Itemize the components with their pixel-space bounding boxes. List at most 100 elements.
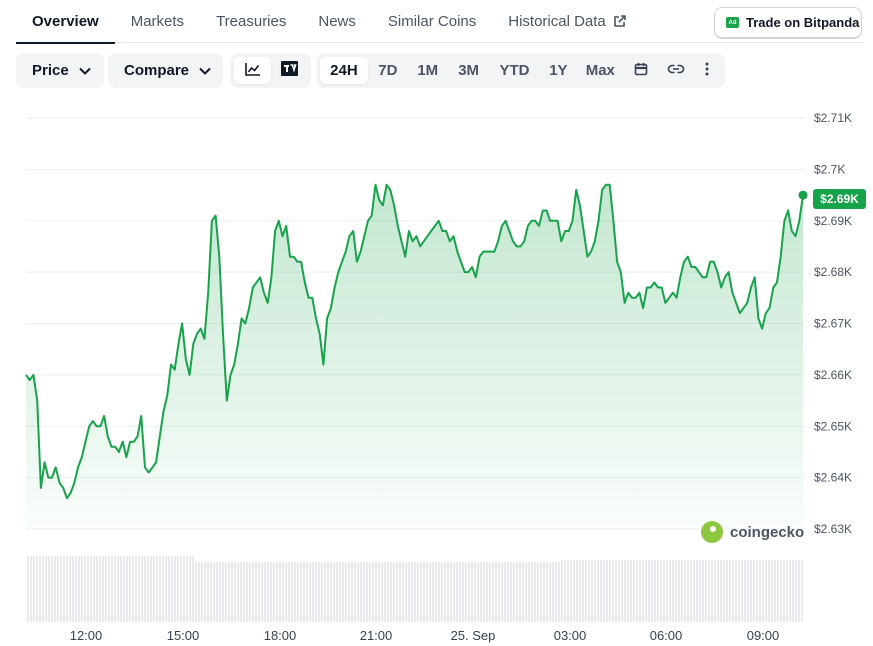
volume-bar <box>417 562 419 622</box>
volume-bar <box>321 562 323 622</box>
volume-bar <box>285 562 287 622</box>
volume-bar <box>765 560 767 622</box>
tab-news[interactable]: News <box>302 0 372 43</box>
volume-bar <box>75 556 77 622</box>
range-3m-button[interactable]: 3M <box>448 57 490 84</box>
tradingview-button[interactable] <box>271 57 307 84</box>
volume-bar <box>762 560 764 622</box>
volume-bar <box>177 556 179 622</box>
volume-bar <box>387 562 389 622</box>
volume-bar <box>189 556 191 622</box>
volume-bar <box>291 562 293 622</box>
range-1m-button[interactable]: 1M <box>408 57 448 84</box>
volume-bar <box>261 562 263 622</box>
volume-bar <box>207 562 209 622</box>
volume-bar <box>594 560 596 622</box>
volume-bar <box>165 556 167 622</box>
volume-bar <box>684 560 686 622</box>
volume-bar <box>648 560 650 622</box>
range-24h-button[interactable]: 24H <box>320 57 368 84</box>
volume-bar <box>534 562 536 622</box>
volume-bar <box>396 562 398 622</box>
compare-dropdown[interactable]: Compare <box>108 53 223 88</box>
volume-bar <box>87 556 89 622</box>
volume-bar <box>30 556 32 622</box>
volume-bar <box>99 556 101 622</box>
line-chart-icon <box>244 62 261 80</box>
line-chart-button[interactable] <box>234 57 271 84</box>
volume-bar <box>243 562 245 622</box>
price-chart[interactable]: $2.71K $2.7K $2.69K $2.68K $2.67K $2.66K $2.65… <box>0 100 873 646</box>
volume-bar <box>411 562 413 622</box>
y-tick-label: $2.67K <box>814 317 852 331</box>
range-1y-button[interactable]: 1Y <box>539 57 577 84</box>
range-max-button[interactable]: Max <box>577 57 623 84</box>
coingecko-logo-icon <box>701 521 723 543</box>
volume-bar <box>54 556 56 622</box>
volume-bar <box>489 562 491 622</box>
more-options-button[interactable] <box>693 57 721 84</box>
volume-bar <box>588 560 590 622</box>
volume-bar <box>507 562 509 622</box>
volume-bar <box>108 556 110 622</box>
tab-overview[interactable]: Overview <box>16 0 115 44</box>
volume-bar <box>459 562 461 622</box>
volume-bar <box>786 560 788 622</box>
volume-bar <box>348 562 350 622</box>
tab-historical-data[interactable]: Historical Data <box>492 0 643 43</box>
volume-bar <box>519 562 521 622</box>
range-7d-button[interactable]: 7D <box>368 57 408 84</box>
volume-bar <box>471 562 473 622</box>
volume-bar <box>63 556 65 622</box>
volume-bar <box>585 560 587 622</box>
x-tick-label: 09:00 <box>747 628 780 643</box>
trade-on-bitpanda-button[interactable]: Ad Trade on Bitpanda <box>714 7 862 38</box>
volume-bar <box>795 560 797 622</box>
volume-bar <box>597 560 599 622</box>
volume-bar <box>183 556 185 622</box>
y-tick-label: $2.65K <box>814 419 852 433</box>
volume-bar <box>522 562 524 622</box>
volume-bar <box>801 560 803 622</box>
volume-bar <box>354 562 356 622</box>
tab-treasuries[interactable]: Treasuries <box>200 0 302 43</box>
volume-bar <box>48 556 50 622</box>
range-ytd-button[interactable]: YTD <box>490 57 540 84</box>
volume-bar <box>174 556 176 622</box>
volume-bar <box>702 560 704 622</box>
price-dropdown[interactable]: Price <box>16 53 104 88</box>
volume-bar <box>312 562 314 622</box>
volume-bar <box>315 562 317 622</box>
volume-bar <box>711 560 713 622</box>
volume-bar <box>621 560 623 622</box>
calendar-button[interactable] <box>623 57 658 84</box>
volume-bar <box>675 560 677 622</box>
compare-dropdown-label: Compare <box>124 62 190 79</box>
volume-bar <box>438 562 440 622</box>
volume-bar <box>483 562 485 622</box>
x-tick-label: 18:00 <box>264 628 297 643</box>
volume-bar <box>741 560 743 622</box>
volume-bar <box>753 560 755 622</box>
y-tick-label: $2.69K <box>814 214 852 228</box>
share-link-button[interactable] <box>658 57 693 84</box>
calendar-icon <box>634 62 648 80</box>
volume-bar <box>615 560 617 622</box>
tab-similar-coins[interactable]: Similar Coins <box>372 0 492 43</box>
chart-toolbar: Price Compare 24H 7D 1M 3M YTD 1Y Max <box>16 53 866 88</box>
volume-bar <box>357 562 359 622</box>
tab-markets[interactable]: Markets <box>115 0 200 43</box>
volume-bar <box>33 556 35 622</box>
volume-bar <box>393 562 395 622</box>
volume-bar <box>132 556 134 622</box>
volume-bar <box>300 562 302 622</box>
tab-historical-data-label: Historical Data <box>508 12 606 30</box>
y-tick-label: $2.68K <box>814 265 852 279</box>
volume-bar <box>426 562 428 622</box>
volume-bar <box>384 562 386 622</box>
volume-bar <box>777 560 779 622</box>
volume-bar <box>201 562 203 622</box>
x-tick-label: 25. Sep <box>451 628 496 643</box>
volume-bar <box>531 562 533 622</box>
volume-bar <box>510 562 512 622</box>
